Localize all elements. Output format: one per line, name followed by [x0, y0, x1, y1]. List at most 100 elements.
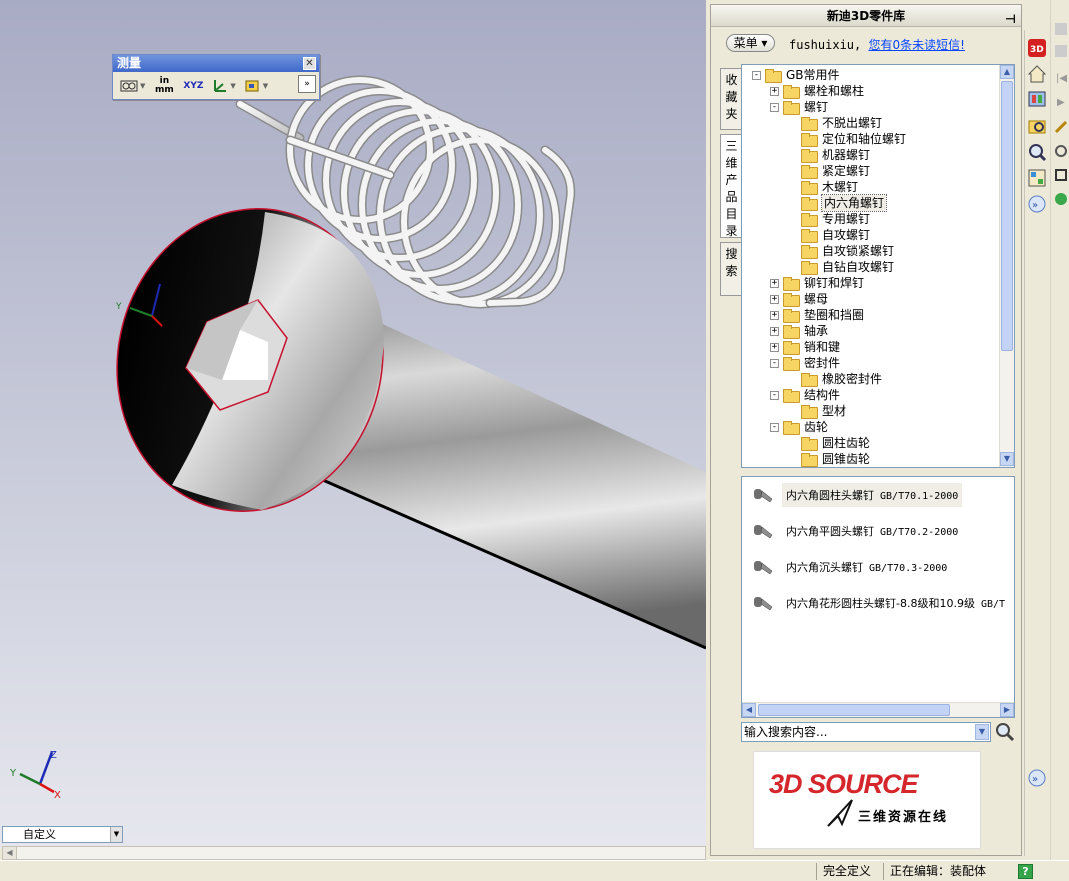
measure-toolbar-title[interactable]: 测量 ✕: [113, 55, 319, 72]
tree-item[interactable]: 圆锥齿轮: [788, 451, 870, 467]
library-title-bar: 新迪3D零件库 ⊣: [711, 5, 1021, 27]
tree-item[interactable]: 紧定螺钉: [788, 163, 870, 179]
tree-item[interactable]: - 齿轮: [770, 419, 828, 435]
tree-scrollbar[interactable]: ▲ ▼: [999, 65, 1014, 467]
catalog-tree[interactable]: - GB常用件 + 螺栓和螺柱 - 螺钉 不脱出螺钉 定位和轴位螺钉 机器螺钉 紧定螺钉 木螺钉 内六…: [741, 64, 1015, 468]
tree-item[interactable]: 自攻螺钉: [788, 227, 870, 243]
collapse-icon[interactable]: -: [770, 422, 779, 432]
part-result-item[interactable]: 内六角圆柱头螺钉 GB/T70.1-2000: [752, 481, 963, 509]
tree-item[interactable]: - 结构件: [770, 387, 840, 403]
3dsource-banner[interactable]: 3D SOURCE 三维资源在线: [753, 751, 981, 849]
toolbar-icon[interactable]: [1054, 22, 1068, 36]
scroll-down-icon[interactable]: ▼: [1000, 452, 1014, 466]
scroll-up-icon[interactable]: ▲: [1000, 65, 1014, 79]
results-scrollbar[interactable]: ◀ ▶: [742, 702, 1014, 717]
tree-item[interactable]: + 轴承: [770, 323, 828, 339]
measure-toolbar[interactable]: 测量 ✕ ▼ in mm XYZ ▼ ▼ »: [112, 54, 320, 100]
toolbar-icon[interactable]: |◀: [1054, 70, 1068, 84]
tree-item[interactable]: 橡胶密封件: [788, 371, 882, 387]
expand-icon[interactable]: +: [770, 86, 779, 96]
svg-text:3D: 3D: [1030, 45, 1044, 55]
units-button[interactable]: in mm: [151, 76, 177, 96]
tree-item[interactable]: - 密封件: [770, 355, 840, 371]
tree-item[interactable]: 机器螺钉: [788, 147, 870, 163]
tree-item[interactable]: 圆柱齿轮: [788, 435, 870, 451]
part-result-item[interactable]: 内六角沉头螺钉 GB/T70.3-2000: [752, 553, 951, 581]
expand-pane-icon[interactable]: »: [1027, 194, 1047, 214]
collapse-icon[interactable]: -: [770, 102, 779, 112]
tree-item[interactable]: 定位和轴位螺钉: [788, 131, 906, 147]
expand-icon[interactable]: +: [770, 326, 779, 336]
tree-item[interactable]: 木螺钉: [788, 179, 858, 195]
chevron-down-icon[interactable]: ▼: [975, 724, 989, 740]
tree-item[interactable]: 型材: [788, 403, 846, 419]
search-icon[interactable]: [1027, 142, 1047, 162]
measure-icon[interactable]: [1054, 120, 1068, 134]
part-result-item[interactable]: 内六角花形圆柱头螺钉-8.8级和10.9级 GB/T: [752, 589, 1009, 617]
scroll-thumb[interactable]: [758, 704, 950, 716]
part-result-label: 内六角圆柱头螺钉 GB/T70.1-2000: [782, 483, 963, 507]
tree-item-label: 螺母: [804, 292, 829, 306]
folder-icon: [801, 213, 818, 227]
unread-messages-link[interactable]: 您有0条未读短信!: [868, 38, 964, 52]
toolbar-icon[interactable]: [1054, 192, 1068, 206]
expand-pane-icon-bottom[interactable]: »: [1027, 768, 1047, 788]
toolbar-icon[interactable]: [1054, 144, 1068, 158]
3d-library-icon[interactable]: 3D: [1027, 38, 1047, 58]
tree-item-label: 螺钉: [804, 100, 829, 114]
file-explorer-icon[interactable]: [1027, 116, 1047, 136]
viewport-horizontal-scrollbar[interactable]: ◀: [2, 846, 706, 860]
configuration-dropdown[interactable]: 自定义 ▼: [2, 826, 123, 843]
tree-item[interactable]: 自钻自攻螺钉: [788, 259, 894, 275]
menu-button[interactable]: 菜单 ▾: [726, 34, 775, 52]
tree-item[interactable]: 不脱出螺钉: [788, 115, 882, 131]
toolbar-icon[interactable]: ▶: [1054, 94, 1068, 108]
help-icon[interactable]: ?: [1018, 864, 1033, 879]
chevron-down-icon[interactable]: ▼: [110, 827, 122, 842]
search-icon[interactable]: [995, 722, 1015, 742]
part-result-item[interactable]: 内六角平圆头螺钉 GB/T70.2-2000: [752, 517, 962, 545]
tab-favorites[interactable]: 收藏夹: [720, 68, 742, 130]
tree-item[interactable]: + 销和键: [770, 339, 840, 355]
graphics-viewport[interactable]: Y Z Y X 测量 ✕ ▼ in mm XYZ ▼ ▼ » 自定义 ▼: [0, 0, 706, 848]
tree-item[interactable]: - 螺钉: [770, 99, 828, 115]
view-orientation-triad[interactable]: Z Y X: [9, 750, 61, 801]
tree-item[interactable]: - GB常用件: [752, 67, 840, 83]
tree-item[interactable]: 内六角螺钉: [788, 194, 888, 212]
tree-item[interactable]: + 螺母: [770, 291, 828, 307]
scroll-left-icon[interactable]: ◀: [3, 847, 17, 859]
expand-toolbar-button[interactable]: »: [298, 75, 316, 93]
scroll-left-icon[interactable]: ◀: [742, 703, 756, 717]
tree-item[interactable]: 自攻锁紧螺钉: [788, 243, 894, 259]
expand-icon[interactable]: +: [770, 310, 779, 320]
close-icon[interactable]: ✕: [303, 57, 316, 70]
model-scene[interactable]: Y Z Y X: [0, 0, 706, 848]
design-library-icon[interactable]: [1027, 88, 1047, 108]
scroll-right-icon[interactable]: ▶: [1000, 703, 1014, 717]
folder-icon: [801, 133, 818, 147]
collapse-icon[interactable]: -: [770, 390, 779, 400]
view-palette-icon[interactable]: [1027, 168, 1047, 188]
tree-item[interactable]: + 垫圈和挡圈: [770, 307, 864, 323]
folder-icon: [801, 149, 818, 163]
xyz-distance-button[interactable]: XYZ: [183, 76, 203, 96]
tab-search[interactable]: 搜索: [720, 242, 742, 296]
search-input[interactable]: 输入搜索内容... ▼: [741, 722, 991, 742]
part-results-list[interactable]: 内六角圆柱头螺钉 GB/T70.1-2000 内六角平圆头螺钉 GB/T70.2-…: [741, 476, 1015, 718]
expand-icon[interactable]: +: [770, 342, 779, 352]
expand-icon[interactable]: +: [770, 278, 779, 288]
scroll-thumb[interactable]: [1001, 81, 1013, 351]
collapse-icon[interactable]: -: [770, 358, 779, 368]
tab-3d-catalog[interactable]: 三维产品目录: [720, 134, 742, 238]
coordinate-system-icon[interactable]: [209, 76, 229, 96]
measure-tool-icon[interactable]: [119, 76, 139, 96]
collapse-icon[interactable]: -: [752, 70, 761, 80]
tree-item[interactable]: 专用螺钉: [788, 211, 870, 227]
toolbar-icon[interactable]: [1054, 168, 1068, 182]
projection-icon[interactable]: [242, 76, 262, 96]
tree-item[interactable]: + 铆钉和焊钉: [770, 275, 864, 291]
toolbar-icon[interactable]: [1054, 44, 1068, 58]
tree-item[interactable]: + 螺栓和螺柱: [770, 83, 864, 99]
home-icon[interactable]: [1027, 64, 1047, 84]
expand-icon[interactable]: +: [770, 294, 779, 304]
